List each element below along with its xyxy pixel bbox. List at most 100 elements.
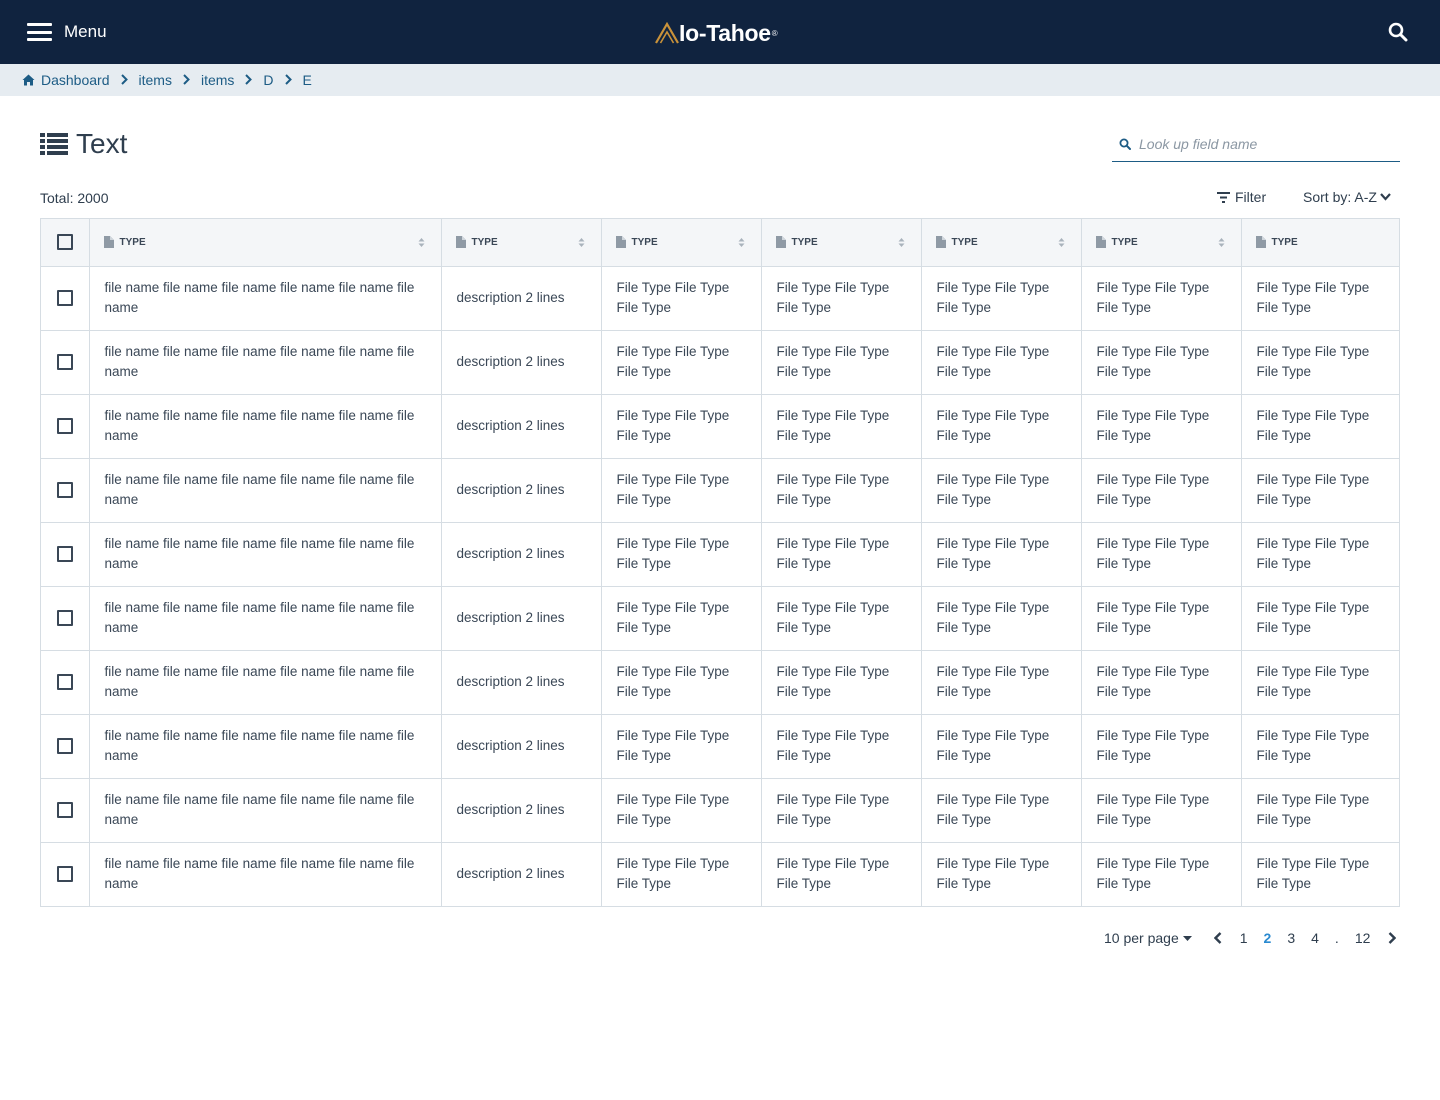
description-cell: description 2 lines bbox=[441, 266, 602, 331]
file-type-cell: File Type File Type File Type bbox=[761, 714, 922, 779]
sort-arrows-icon[interactable] bbox=[578, 237, 585, 248]
search-icon bbox=[1119, 138, 1131, 150]
file-type-cell: File Type File Type File Type bbox=[921, 714, 1082, 779]
column-header[interactable]: TYPE bbox=[1241, 219, 1399, 267]
row-select-cell bbox=[41, 714, 90, 779]
chevron-right-icon bbox=[1389, 932, 1397, 944]
caret-down-icon bbox=[1182, 935, 1192, 941]
description-cell: description 2 lines bbox=[441, 842, 602, 906]
file-type-cell: File Type File Type File Type bbox=[1241, 714, 1399, 779]
page-link[interactable]: 12 bbox=[1355, 930, 1371, 946]
sort-arrows-icon[interactable] bbox=[1058, 237, 1065, 248]
sort-arrows-icon[interactable] bbox=[418, 237, 425, 248]
search-icon[interactable] bbox=[1388, 22, 1408, 42]
file-type-cell: File Type File Type File Type bbox=[1241, 586, 1399, 651]
pagination: 10 per page 1 2 3 4 . 12 bbox=[1104, 928, 1397, 948]
page-link[interactable]: 1 bbox=[1240, 930, 1248, 946]
field-lookup-input[interactable] bbox=[1139, 135, 1389, 152]
table-row[interactable]: file name file name file name file name … bbox=[41, 778, 1399, 843]
sort-dropdown[interactable]: Sort by: A-Z bbox=[1303, 189, 1391, 205]
description-cell: description 2 lines bbox=[441, 330, 602, 395]
file-type-cell: File Type File Type File Type bbox=[1081, 586, 1242, 651]
select-all-cell bbox=[41, 219, 90, 267]
column-header[interactable]: TYPE bbox=[89, 219, 442, 267]
file-type-cell: File Type File Type File Type bbox=[921, 586, 1082, 651]
file-type-cell: File Type File Type File Type bbox=[921, 522, 1082, 587]
filter-button[interactable]: Filter bbox=[1217, 189, 1266, 205]
select-all-checkbox[interactable] bbox=[56, 234, 73, 251]
prev-page-button[interactable] bbox=[1213, 932, 1222, 944]
row-checkbox[interactable] bbox=[56, 418, 73, 434]
table-row[interactable]: file name file name file name file name … bbox=[41, 394, 1399, 459]
row-select-cell bbox=[41, 778, 90, 843]
file-type-cell: File Type File Type File Type bbox=[1241, 394, 1399, 459]
sort-arrows-icon[interactable] bbox=[738, 237, 745, 248]
filter-label: Filter bbox=[1235, 189, 1267, 205]
sort-arrows-icon[interactable] bbox=[1218, 237, 1225, 248]
logo[interactable]: Io-Tahoe ® bbox=[655, 20, 778, 46]
chevron-down-icon bbox=[1380, 193, 1391, 201]
file-name-cell: file name file name file name file name … bbox=[89, 394, 442, 459]
breadcrumb-items[interactable]: items bbox=[201, 72, 234, 88]
sort-arrows-icon[interactable] bbox=[898, 237, 905, 248]
table-row[interactable]: file name file name file name file name … bbox=[41, 522, 1399, 587]
file-type-cell: File Type File Type File Type bbox=[921, 842, 1082, 906]
row-checkbox[interactable] bbox=[56, 610, 73, 626]
file-type-cell: File Type File Type File Type bbox=[1081, 458, 1242, 523]
column-header-label: TYPE bbox=[119, 236, 146, 248]
column-header-label: TYPE bbox=[1271, 236, 1298, 248]
page-link[interactable]: 4 bbox=[1311, 930, 1319, 946]
file-type-cell: File Type File Type File Type bbox=[1081, 266, 1242, 331]
row-checkbox[interactable] bbox=[56, 546, 73, 562]
file-type-cell: File Type File Type File Type bbox=[761, 778, 922, 843]
table-row[interactable]: file name file name file name file name … bbox=[41, 266, 1399, 331]
page-link-active[interactable]: 2 bbox=[1264, 930, 1272, 946]
file-type-cell: File Type File Type File Type bbox=[921, 394, 1082, 459]
breadcrumb-d[interactable]: D bbox=[263, 72, 273, 88]
file-type-cell: File Type File Type File Type bbox=[761, 650, 922, 715]
table-row[interactable]: file name file name file name file name … bbox=[41, 650, 1399, 715]
file-type-cell: File Type File Type File Type bbox=[761, 330, 922, 395]
file-type-cell: File Type File Type File Type bbox=[1241, 778, 1399, 843]
file-table: TYPE TYPE TYPE TYPE TYPE TYPE TYPE file … bbox=[40, 218, 1400, 907]
document-icon bbox=[615, 236, 626, 249]
description-cell: description 2 lines bbox=[441, 778, 602, 843]
breadcrumb-e[interactable]: E bbox=[303, 72, 312, 88]
row-checkbox[interactable] bbox=[56, 354, 73, 370]
row-checkbox[interactable] bbox=[56, 866, 73, 883]
document-icon bbox=[103, 236, 114, 249]
table-row[interactable]: file name file name file name file name … bbox=[41, 458, 1399, 523]
chevron-left-icon bbox=[1213, 932, 1222, 944]
row-checkbox[interactable] bbox=[56, 482, 73, 498]
column-header-label: TYPE bbox=[631, 236, 658, 248]
column-header[interactable]: TYPE bbox=[1081, 219, 1242, 267]
table-row[interactable]: file name file name file name file name … bbox=[41, 842, 1399, 906]
file-type-cell: File Type File Type File Type bbox=[1081, 522, 1242, 587]
row-select-cell bbox=[41, 650, 90, 715]
table-row[interactable]: file name file name file name file name … bbox=[41, 714, 1399, 779]
column-header[interactable]: TYPE bbox=[761, 219, 922, 267]
file-type-cell: File Type File Type File Type bbox=[601, 394, 762, 459]
row-checkbox[interactable] bbox=[56, 674, 73, 690]
chevron-right-icon bbox=[120, 72, 128, 88]
per-page-dropdown[interactable]: 10 per page bbox=[1104, 930, 1192, 946]
breadcrumb: Dashboard items items D E bbox=[0, 64, 1440, 96]
column-header[interactable]: TYPE bbox=[441, 219, 602, 267]
row-checkbox[interactable] bbox=[56, 290, 73, 306]
page-link[interactable]: 3 bbox=[1287, 930, 1295, 946]
file-type-cell: File Type File Type File Type bbox=[1256, 856, 1370, 892]
breadcrumb-dashboard[interactable]: Dashboard bbox=[22, 72, 110, 88]
top-bar: Menu Io-Tahoe ® bbox=[0, 0, 1440, 64]
menu-button[interactable]: Menu bbox=[27, 20, 107, 44]
document-icon bbox=[775, 236, 786, 249]
breadcrumb-items[interactable]: items bbox=[139, 72, 172, 88]
table-row[interactable]: file name file name file name file name … bbox=[41, 330, 1399, 395]
column-header[interactable]: TYPE bbox=[921, 219, 1082, 267]
file-type-cell: File Type File Type File Type bbox=[761, 522, 922, 587]
row-checkbox[interactable] bbox=[56, 738, 73, 754]
column-header[interactable]: TYPE bbox=[601, 219, 762, 267]
row-select-cell bbox=[41, 842, 90, 906]
table-row[interactable]: file name file name file name file name … bbox=[41, 586, 1399, 651]
row-checkbox[interactable] bbox=[56, 802, 73, 818]
next-page-button[interactable] bbox=[1388, 932, 1397, 944]
